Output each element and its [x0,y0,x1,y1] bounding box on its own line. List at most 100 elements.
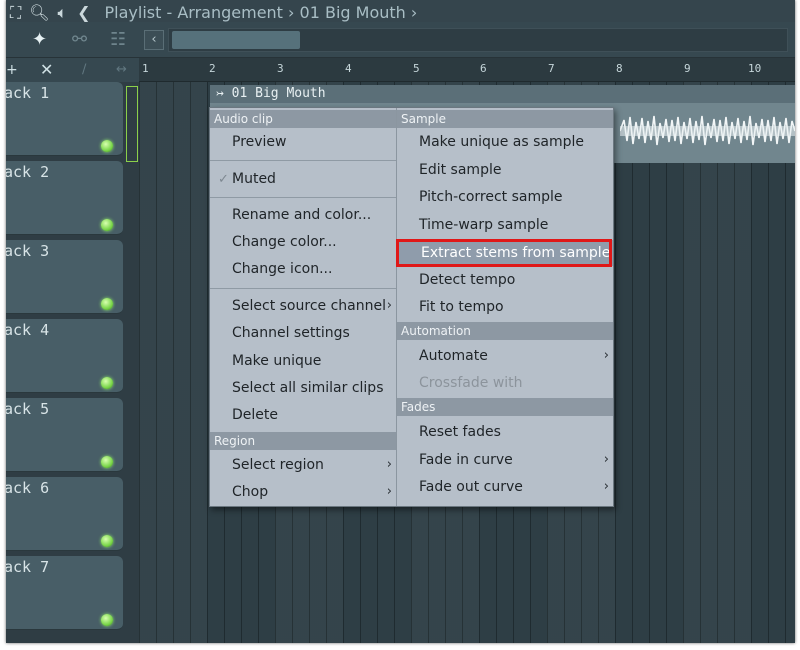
menu-item-reset-fades[interactable]: Reset fades [419,419,605,445]
track-header[interactable]: ack 5 [6,398,123,472]
track-mute-led[interactable] [101,219,113,231]
menu-item-edit-sample[interactable]: Edit sample [419,157,605,183]
track-header[interactable]: ack 4 [6,319,123,393]
menu-item-time-warp-sample[interactable]: Time-warp sample [419,212,605,238]
menu-item-automate[interactable]: Automate › [419,343,609,369]
track-name: ack 6 [6,479,50,497]
bar-number: 2 [209,62,216,75]
menu-item-make-unique-as-sample[interactable]: Make unique as sample [419,129,605,155]
menu-item-label: Time-warp sample [419,217,549,233]
menu-item-preview[interactable]: Preview [232,129,392,155]
section-header-fades: Fades [397,398,613,416]
context-menu: Audio clip Preview ✓ Muted Rename and co… [209,107,614,507]
menu-item-label: Change color... [232,234,337,250]
track-header[interactable]: ack 6 [6,477,123,551]
track-selector[interactable] [126,86,138,162]
menu-item-label: Rename and color... [232,207,372,223]
submenu-arrow-icon: › [386,298,392,313]
tool-strip: + ✕ ∕ ↔ [6,58,139,82]
clip-label: 01 Big Mouth [231,86,326,101]
menu-item-extract-stems-from-sample[interactable]: Extract stems from sample [398,240,613,266]
track-header[interactable]: ack 3 [6,240,123,314]
track-name: ack 3 [6,242,50,260]
menu-item-label: Edit sample [419,162,502,178]
track-name: ack 4 [6,321,50,339]
menu-column-divider [396,108,397,506]
bar-number: 7 [548,62,555,75]
menu-item-select-source-channel[interactable]: Select source channel › [232,293,392,319]
track-name: ack 5 [6,400,50,418]
track-list: ack 1 ack 2 ack 3 ack 4 ack 5 ack 6 ack … [6,82,139,643]
fullscreen-icon[interactable]: ⛶ [10,4,21,22]
title-bar: ⛶ 🔍︎ 🔈︎ ❮ Playlist - Arrangement › 01 Bi… [6,0,795,22]
menu-item-fit-to-tempo[interactable]: Fit to tempo [419,294,605,320]
menu-item-muted[interactable]: Muted [232,166,392,192]
menu-item-change-color[interactable]: Change color... [232,229,392,255]
bar-number: 3 [277,62,284,75]
menu-item-label: Channel settings [232,325,350,341]
menu-item-label: Select source channel [232,298,386,314]
track-mute-led[interactable] [101,298,113,310]
menu-item-change-icon[interactable]: Change icon... [232,256,392,282]
track-mute-led[interactable] [101,377,113,389]
track-header[interactable]: ack 7 [6,556,123,630]
scroll-left-button[interactable]: ‹ [144,30,164,50]
menu-separator [210,160,396,161]
speaker-icon[interactable]: 🔈︎ [58,4,68,22]
track-mute-led[interactable] [101,614,113,626]
track-mute-led[interactable] [101,140,113,152]
bar-number: 4 [345,62,352,75]
menu-item-label: Delete [232,407,278,423]
hint-arrow-icon: ❮ [77,3,91,22]
section-header-region: Region [210,432,396,450]
search-icon[interactable]: 🔍︎ [29,4,49,22]
menu-separator [210,288,396,289]
menu-item-rename-and-color[interactable]: Rename and color... [232,202,392,228]
waveform [620,115,795,146]
scrollbar-thumb[interactable] [172,31,300,49]
menu-item-select-all-similar-clips[interactable]: Select all similar clips [232,375,392,401]
section-header-automation: Automation [397,322,613,340]
section-header-sample: Sample [397,110,613,128]
menu-item-chop[interactable]: Chop › [232,479,392,505]
bar-number: 1 [142,62,149,75]
submenu-arrow-icon: › [603,479,609,494]
check-icon: ✓ [218,172,229,187]
bar-number: 8 [616,62,623,75]
menu-item-label: Preview [232,134,287,150]
menu-item-delete[interactable]: Delete [232,402,392,428]
track-name: ack 7 [6,558,50,576]
track-header[interactable]: ack 2 [6,161,123,235]
menu-item-label: Chop [232,484,269,500]
clip-arrow-icon: ↣ [216,86,224,101]
menu-item-channel-settings[interactable]: Channel settings [232,320,392,346]
track-mute-led[interactable] [101,456,113,468]
menu-item-select-region[interactable]: Select region › [232,452,392,478]
menu-item-label: Automate [419,348,488,364]
track-header[interactable]: ack 1 [6,82,123,156]
menu-item-crossfade-with: Crossfade with [419,370,605,396]
timeline-ruler[interactable]: 1 2 3 4 5 6 7 8 9 10 [139,58,795,82]
menu-item-label: Pitch-correct sample [419,189,563,205]
bar-number: 10 [748,62,762,75]
menu-item-fade-in-curve[interactable]: Fade in curve › [419,447,609,473]
bar-number: 5 [413,62,420,75]
menu-item-label: Reset fades [419,424,501,440]
playlist-window: ⛶ 🔍︎ 🔈︎ ❮ Playlist - Arrangement › 01 Bi… [6,0,795,643]
menu-item-pitch-correct-sample[interactable]: Pitch-correct sample [419,184,605,210]
window-title: Playlist - Arrangement › 01 Big Mouth › [104,3,418,22]
menu-item-label: Fade out curve [419,479,523,495]
audio-clip-header[interactable]: ↣ 01 Big Mouth [210,85,795,103]
menu-item-label: Select region [232,457,324,473]
bar-number: 9 [684,62,691,75]
menu-item-label: Change icon... [232,261,333,277]
submenu-arrow-icon: › [386,457,392,472]
track-name: ack 2 [6,163,50,181]
menu-item-make-unique[interactable]: Make unique [232,348,392,374]
menu-item-detect-tempo[interactable]: Detect tempo [419,267,605,293]
menu-item-label: Muted [232,171,276,187]
menu-item-label: Detect tempo [419,272,516,288]
menu-item-label: Crossfade with [419,375,523,391]
track-mute-led[interactable] [101,535,113,547]
menu-item-fade-out-curve[interactable]: Fade out curve › [419,474,609,500]
